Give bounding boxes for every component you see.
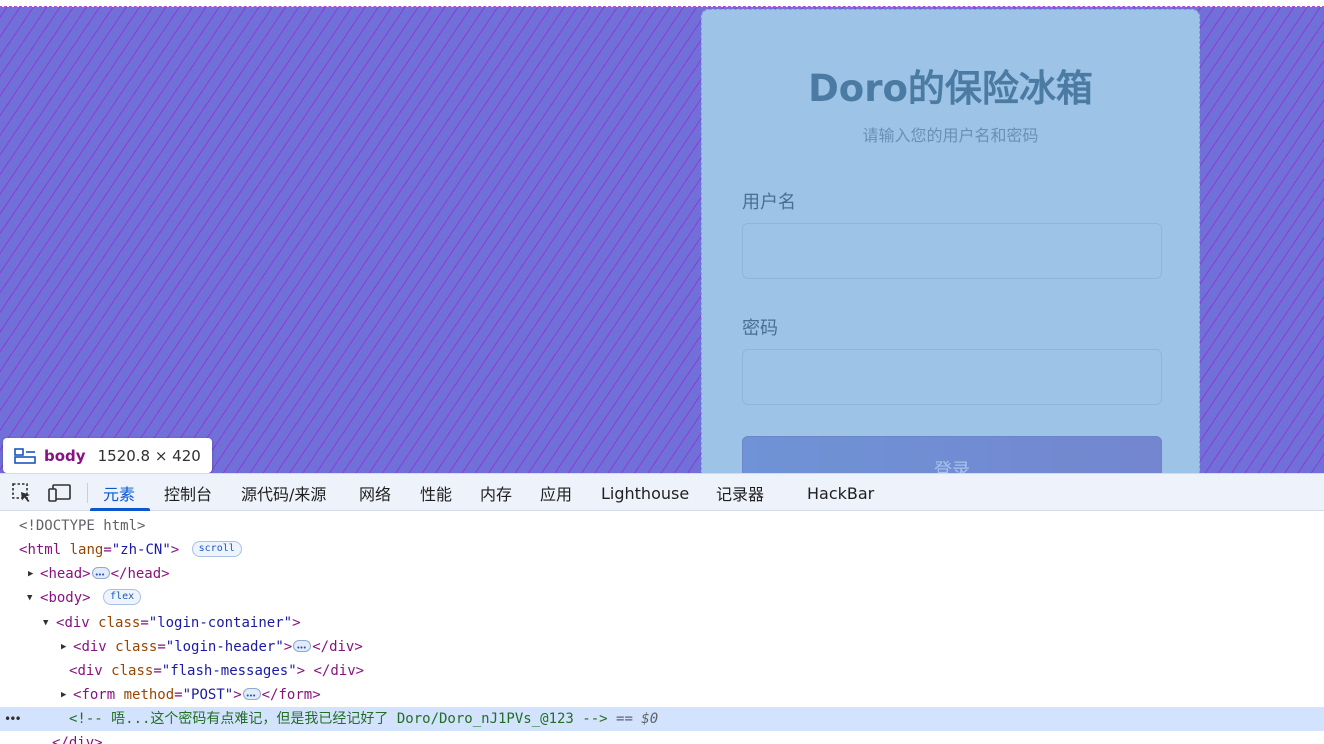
method-attr: method [123,687,175,703]
dom-line-comment-selected[interactable]: ••• <!-- 唔...这个密码有点难记，但是我已经记好了 Doro/Doro… [0,707,1324,731]
dom-line-closing-div[interactable]: </div> [0,731,1324,744]
flex-layout-icon [14,447,36,464]
dom-line-html[interactable]: <html lang="zh-CN"> scroll [0,538,1324,562]
tab-console[interactable]: 控制台 [164,474,212,512]
div-close-tag: </div> [312,639,363,655]
class-value: "login-header" [165,639,284,655]
dom-line-login-container[interactable]: ▼ <div class="login-container"> [0,611,1324,635]
html-tag: html [27,542,62,558]
tab-elements[interactable]: 元素 [103,474,135,512]
expand-triangle-icon[interactable]: ▶ [61,683,66,707]
dom-line-body[interactable]: ▼ <body> flex [0,586,1324,610]
tab-sources[interactable]: 源代码/来源 [241,474,326,512]
selected-node-marker: == $0 [616,711,659,727]
class-value: "flash-messages" [161,663,297,679]
tab-network[interactable]: 网络 [359,474,391,512]
tooltip-size: 1520.8 × 420 [97,446,201,465]
doctype-text: <!DOCTYPE html> [19,518,146,534]
head-open-tag: head [48,566,83,582]
login-subtitle: 请输入您的用户名和密码 [862,126,1039,145]
username-label: 用户名 [742,192,796,213]
login-button-label: 登录 [934,460,970,473]
collapse-triangle-icon[interactable]: ▼ [43,611,48,635]
devtools-panel: 元素 控制台 源代码/来源 网络 性能 内存 应用 Lighthouse 记录器… [0,473,1324,744]
tooltip-tag: body [44,446,86,465]
div-tag: div [81,639,107,655]
tab-application[interactable]: 应用 [540,474,572,512]
class-attr: class [111,663,154,679]
expand-triangle-icon[interactable]: ▶ [28,562,33,586]
page-viewport[interactable]: Doro的保险冰箱 请输入您的用户名和密码 用户名 密码 登录 [0,6,1324,474]
expand-triangle-icon[interactable]: ▶ [61,635,66,659]
dom-line-head[interactable]: ▶ <head></head> [0,562,1324,587]
viewport-top-strip [0,0,1324,7]
devtools-toolbar: 元素 控制台 源代码/来源 网络 性能 内存 应用 Lighthouse 记录器… [0,473,1324,511]
dom-line-doctype[interactable]: <!DOCTYPE html> [0,514,1324,538]
dom-tree: <!DOCTYPE html> <html lang="zh-CN"> scro… [0,512,1324,744]
tab-recorder[interactable]: 记录器 [716,474,764,512]
tab-memory[interactable]: 内存 [480,474,512,512]
div-tag: div [64,615,90,631]
dom-line-login-header[interactable]: ▶ <div class="login-header"></div> [0,635,1324,660]
username-input[interactable] [742,223,1162,279]
method-value: "POST" [182,687,234,703]
dom-line-flash-messages[interactable]: <div class="flash-messages"> </div> [0,659,1324,683]
toolbar-divider [87,483,88,503]
login-container: Doro的保险冰箱 请输入您的用户名和密码 用户名 密码 登录 [701,9,1200,473]
head-close-tag: head [127,566,162,582]
scroll-badge[interactable]: scroll [191,541,242,557]
collapsed-ellipsis-icon[interactable] [242,684,261,708]
class-value: "login-container" [148,615,293,631]
html-lang-attr: lang [69,542,104,558]
form-open-tag: form [81,687,116,703]
device-toolbar-icon[interactable] [48,482,72,504]
login-title: Doro的保险冰箱 [808,67,1093,110]
div-close-tag: </div> [52,735,103,744]
tab-hackbar[interactable]: HackBar [807,474,874,512]
dom-line-form[interactable]: ▶ <form method="POST"></form> [0,683,1324,708]
password-label: 密码 [742,318,778,339]
more-options-icon[interactable]: ••• [4,707,22,731]
form-close-tag: form [278,687,313,703]
collapsed-ellipsis-icon[interactable] [91,563,110,587]
body-tag: body [48,590,83,606]
inspect-tooltip: body 1520.8 × 420 [3,438,212,473]
class-attr: class [98,615,141,631]
password-input[interactable] [742,349,1162,405]
class-attr: class [115,639,158,655]
collapsed-ellipsis-icon[interactable] [293,636,312,660]
active-tab-indicator [90,508,150,511]
flex-badge[interactable]: flex [103,589,142,605]
inspect-element-icon[interactable] [10,482,34,504]
div-tag: div [77,663,103,679]
tab-lighthouse[interactable]: Lighthouse [601,474,689,512]
html-lang-value: "zh-CN" [111,542,171,558]
html-comment: <!-- 唔...这个密码有点难记，但是我已经记好了 Doro/Doro_nJ1… [69,711,608,727]
tab-performance[interactable]: 性能 [420,474,452,512]
div-close-tag: </div> [313,663,365,679]
collapse-triangle-icon[interactable]: ▼ [27,586,32,610]
login-button[interactable]: 登录 [742,436,1162,473]
